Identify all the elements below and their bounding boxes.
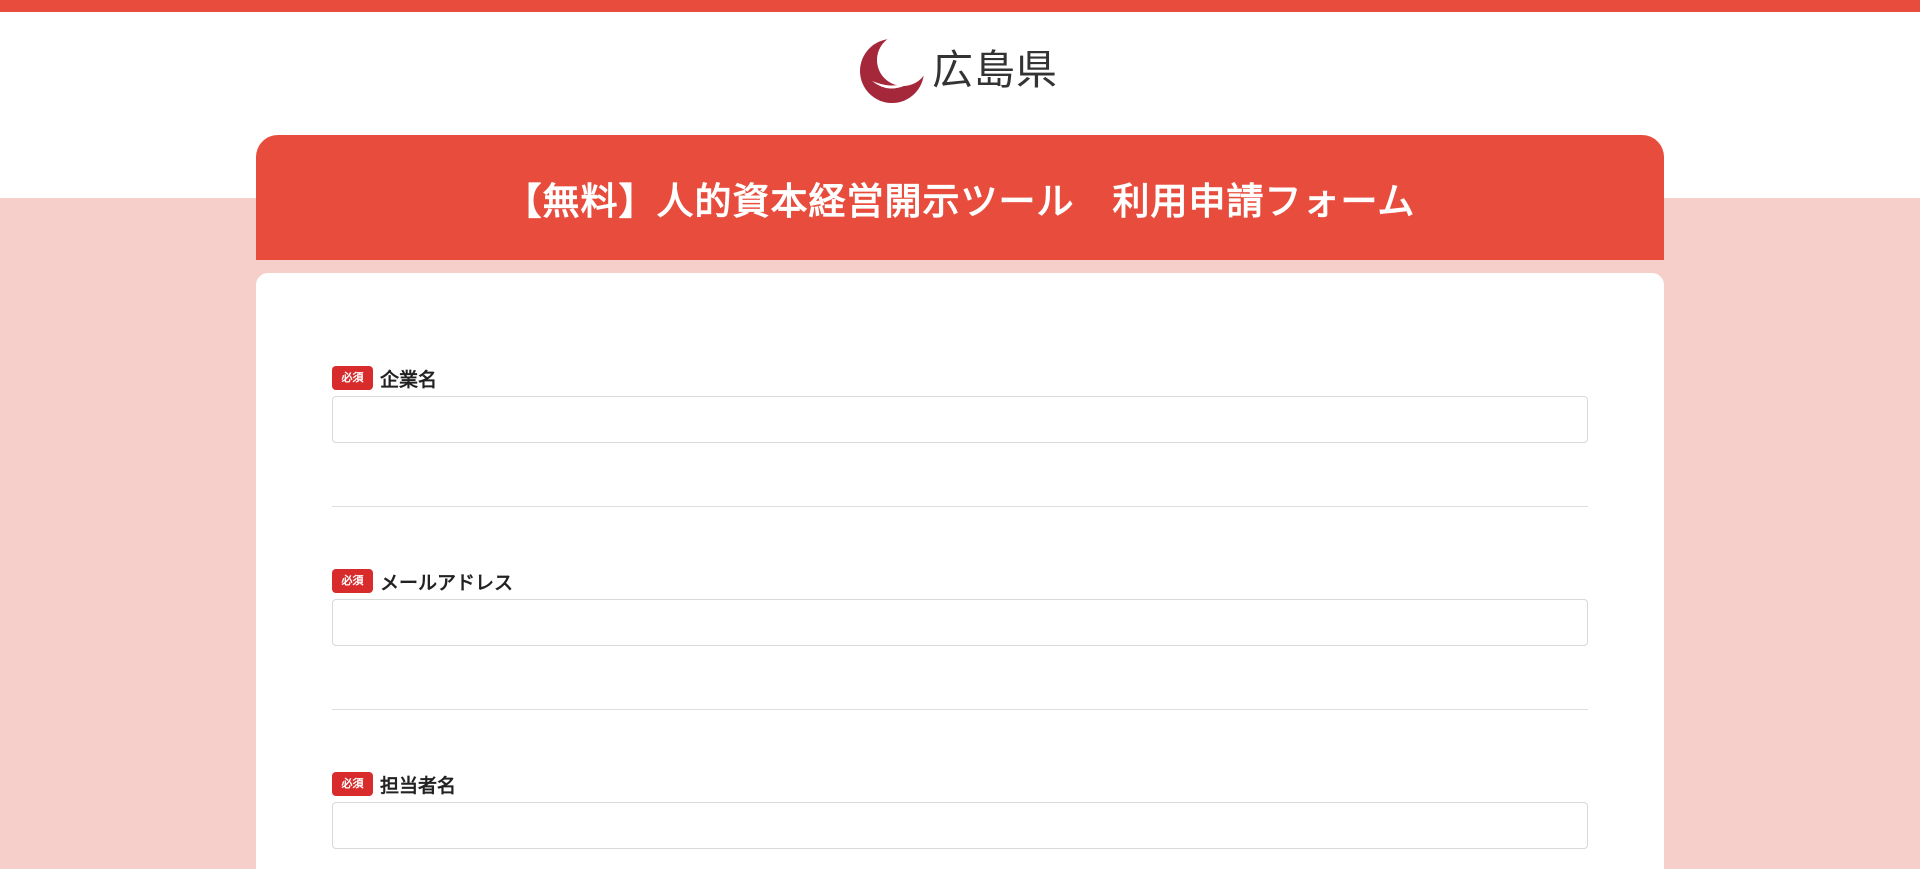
field-contact-person: 必須 担当者名: [332, 772, 1588, 849]
company-name-label: 企業名: [380, 368, 438, 391]
logo-text: 広島県: [932, 46, 1058, 94]
form-title: 【無料】人的資本経営開示ツール 利用申請フォーム: [504, 179, 1416, 223]
email-input[interactable]: [332, 599, 1588, 646]
field-label-row: 必須 担当者名: [332, 772, 1588, 797]
required-badge: 必須: [332, 366, 373, 390]
contact-person-input[interactable]: [332, 802, 1588, 849]
field-divider: [332, 506, 1588, 507]
field-label-row: 必須 企業名: [332, 366, 1588, 391]
required-badge: 必須: [332, 569, 373, 593]
contact-person-label: 担当者名: [380, 774, 457, 797]
form-card: 必須 企業名 必須 メールアドレス 必須 担当者名: [256, 273, 1664, 869]
field-label-row: 必須 メールアドレス: [332, 569, 1588, 594]
email-label: メールアドレス: [380, 571, 514, 594]
field-company-name: 必須 企業名: [332, 366, 1588, 443]
form-title-banner: 【無料】人的資本経営開示ツール 利用申請フォーム: [256, 135, 1664, 260]
field-email: 必須 メールアドレス: [332, 569, 1588, 646]
company-name-input[interactable]: [332, 396, 1588, 443]
site-logo[interactable]: 広島県: [858, 35, 1058, 105]
field-divider: [332, 709, 1588, 710]
required-badge: 必須: [332, 772, 373, 796]
top-accent-stripe: [0, 0, 1920, 12]
crescent-logo-icon: [858, 35, 926, 105]
